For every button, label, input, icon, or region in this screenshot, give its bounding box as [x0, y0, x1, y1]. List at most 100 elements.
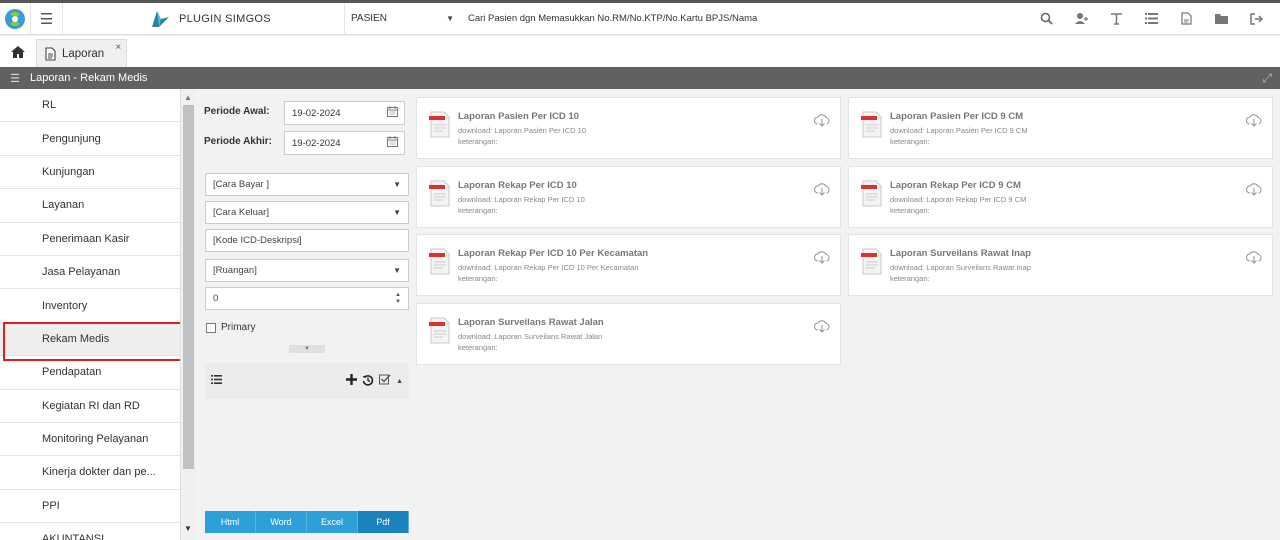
search-category-select[interactable]: PASIEN ▼: [345, 3, 462, 35]
text-format-icon[interactable]: [1099, 3, 1134, 35]
report-title[interactable]: Laporan Surveilans Rawat Inap: [890, 248, 1031, 259]
nav-item-pendapatan[interactable]: Pendapatan: [0, 356, 180, 390]
expand-icon[interactable]: ⤢: [1262, 71, 1272, 86]
nav-item-rekam-medis[interactable]: Rekam Medis: [0, 321, 180, 362]
report-card[interactable]: Laporan Surveilans Rawat Jalan download:…: [416, 303, 841, 365]
word-button[interactable]: Word: [256, 511, 307, 533]
close-icon[interactable]: ×: [115, 42, 121, 53]
cara-keluar-value: [Cara Keluar]: [213, 207, 269, 218]
nav-item-jasa-pelayanan[interactable]: Jasa Pelayanan: [0, 256, 180, 290]
scroll-up-icon[interactable]: ▲: [184, 93, 192, 102]
nav-item-akuntansi[interactable]: AKUNTANSI: [0, 523, 180, 540]
kode-icd-input[interactable]: [Kode ICD-Deskripsi]: [205, 229, 409, 252]
report-download-text: download: Laporan Surveilans Rawat Jalan: [458, 332, 603, 341]
nav-item-ppi[interactable]: PPI: [0, 490, 180, 524]
report-card[interactable]: Laporan Surveilans Rawat Inap download: …: [848, 234, 1273, 296]
chevron-down-icon: ▼: [393, 266, 401, 275]
report-title[interactable]: Laporan Pasien Per ICD 9 CM: [890, 111, 1028, 122]
nav-item-penerimaan-kasir[interactable]: Penerimaan Kasir: [0, 223, 180, 256]
spinner-arrows-icon[interactable]: ▲ ▼: [395, 292, 401, 306]
chevron-up-icon[interactable]: ▲: [396, 378, 403, 385]
brand: PLUGIN SIMGOS: [63, 2, 345, 35]
checkbox-box[interactable]: [206, 322, 216, 333]
html-button[interactable]: Html: [205, 511, 256, 533]
number-stepper[interactable]: 0 ▲ ▼: [205, 287, 409, 310]
nav-item-monitoring-pelayanan[interactable]: Monitoring Pelayanan: [0, 423, 180, 457]
nav-item-inventory[interactable]: Inventory: [0, 289, 180, 323]
report-download-text: download: Laporan Surveilans Rawat Inap: [890, 263, 1031, 272]
add-icon[interactable]: [346, 374, 358, 388]
cara-keluar-select[interactable]: [Cara Keluar] ▼: [205, 201, 409, 224]
pdf-button[interactable]: Pdf: [358, 511, 409, 533]
report-card[interactable]: Laporan Rekap Per ICD 9 CM download: Lap…: [848, 166, 1273, 228]
report-download-text: download: Laporan Rekap Per ICD 10: [458, 195, 585, 204]
cloud-download-icon[interactable]: [1245, 183, 1262, 201]
app-logo[interactable]: [0, 2, 31, 35]
excel-button[interactable]: Excel: [307, 511, 358, 533]
scroll-down-icon[interactable]: ▼: [184, 524, 192, 533]
nav-item-kegiatan-ri-rd[interactable]: Kegiatan RI dan RD: [0, 390, 180, 423]
chevron-down-icon: ▼: [446, 14, 454, 23]
report-keterangan: keterangan:: [890, 206, 930, 215]
calendar-icon[interactable]: [387, 136, 398, 150]
periode-awal-value: 19-02-2024: [292, 107, 341, 119]
cara-bayar-select[interactable]: [Cara Bayar ] ▼: [205, 173, 409, 196]
cloud-download-icon[interactable]: [813, 114, 830, 132]
patient-search-input[interactable]: Cari Pasien dgn Memasukkan No.RM/No.KTP/…: [462, 13, 1029, 24]
export-format-buttons: Html Word Excel Pdf: [205, 511, 409, 533]
panel-menu-icon[interactable]: ☰: [0, 72, 30, 85]
report-title[interactable]: Laporan Rekap Per ICD 10: [458, 180, 585, 191]
cloud-download-icon[interactable]: [813, 251, 830, 269]
calendar-icon[interactable]: [387, 106, 398, 120]
cloud-download-icon[interactable]: [813, 183, 830, 201]
add-user-icon[interactable]: [1064, 3, 1099, 35]
report-card[interactable]: Laporan Pasien Per ICD 9 CM download: La…: [848, 97, 1273, 159]
search-category-value: PASIEN: [351, 13, 387, 24]
report-keterangan: keterangan:: [890, 274, 930, 283]
periode-awal-input[interactable]: 19-02-2024: [284, 101, 405, 125]
scrollbar-thumb[interactable]: [183, 105, 194, 469]
home-icon[interactable]: [0, 36, 36, 67]
list-icon[interactable]: [211, 375, 222, 387]
report-keterangan: keterangan:: [458, 274, 498, 283]
report-keterangan: keterangan:: [458, 206, 498, 215]
report-card[interactable]: Laporan Pasien Per ICD 10 download: Lapo…: [416, 97, 841, 159]
collapse-toggle-button[interactable]: ▼: [289, 345, 325, 353]
periode-akhir-input[interactable]: 19-02-2024: [284, 131, 405, 155]
report-card[interactable]: Laporan Rekap Per ICD 10 download: Lapor…: [416, 166, 841, 228]
logout-icon[interactable]: [1239, 3, 1274, 35]
pdf-file-icon: [429, 180, 453, 227]
history-icon[interactable]: [362, 374, 374, 389]
nav-scrollbar[interactable]: ▲ ▼: [181, 89, 196, 540]
panel-header: ☰ Laporan - Rekam Medis ⤢: [0, 67, 1280, 89]
tab-bar: Laporan ×: [0, 36, 1280, 67]
cara-bayar-value: [Cara Bayar ]: [213, 179, 269, 190]
nav-item-kinerja-dokter[interactable]: Kinerja dokter dan pe...: [0, 456, 180, 490]
list-icon[interactable]: [1134, 3, 1169, 35]
pdf-file-icon[interactable]: [1169, 3, 1204, 35]
cloud-download-icon[interactable]: [813, 320, 830, 338]
report-title[interactable]: Laporan Surveilans Rawat Jalan: [458, 317, 604, 328]
chevron-down-icon: ▼: [393, 208, 401, 217]
filter-panel: Periode Awal: 19-02-2024 Periode Akhir: …: [196, 89, 416, 540]
ruangan-value: [Ruangan]: [213, 265, 257, 276]
report-title[interactable]: Laporan Rekap Per ICD 9 CM: [890, 180, 1026, 191]
report-title[interactable]: Laporan Pasien Per ICD 10: [458, 111, 586, 122]
nav-item-layanan[interactable]: Layanan: [0, 189, 180, 223]
check-square-icon[interactable]: [379, 374, 391, 388]
nav-item-pengunjung[interactable]: Pengunjung: [0, 122, 180, 156]
hamburger-menu-button[interactable]: ☰: [31, 2, 63, 35]
report-card[interactable]: Laporan Rekap Per ICD 10 Per Kecamatan d…: [416, 234, 841, 296]
cloud-download-icon[interactable]: [1245, 114, 1262, 132]
folder-icon[interactable]: [1204, 3, 1239, 35]
primary-checkbox[interactable]: Primary: [206, 322, 255, 333]
cloud-download-icon[interactable]: [1245, 251, 1262, 269]
report-keterangan: keterangan:: [458, 343, 498, 352]
report-title[interactable]: Laporan Rekap Per ICD 10 Per Kecamatan: [458, 248, 648, 259]
nav-item-kunjungan[interactable]: Kunjungan: [0, 156, 180, 190]
tab-laporan[interactable]: Laporan ×: [36, 39, 128, 67]
nav-item-rl[interactable]: RL: [0, 89, 180, 123]
number-value: 0: [213, 293, 219, 304]
search-icon[interactable]: [1029, 3, 1064, 35]
ruangan-select[interactable]: [Ruangan] ▼: [205, 259, 409, 282]
